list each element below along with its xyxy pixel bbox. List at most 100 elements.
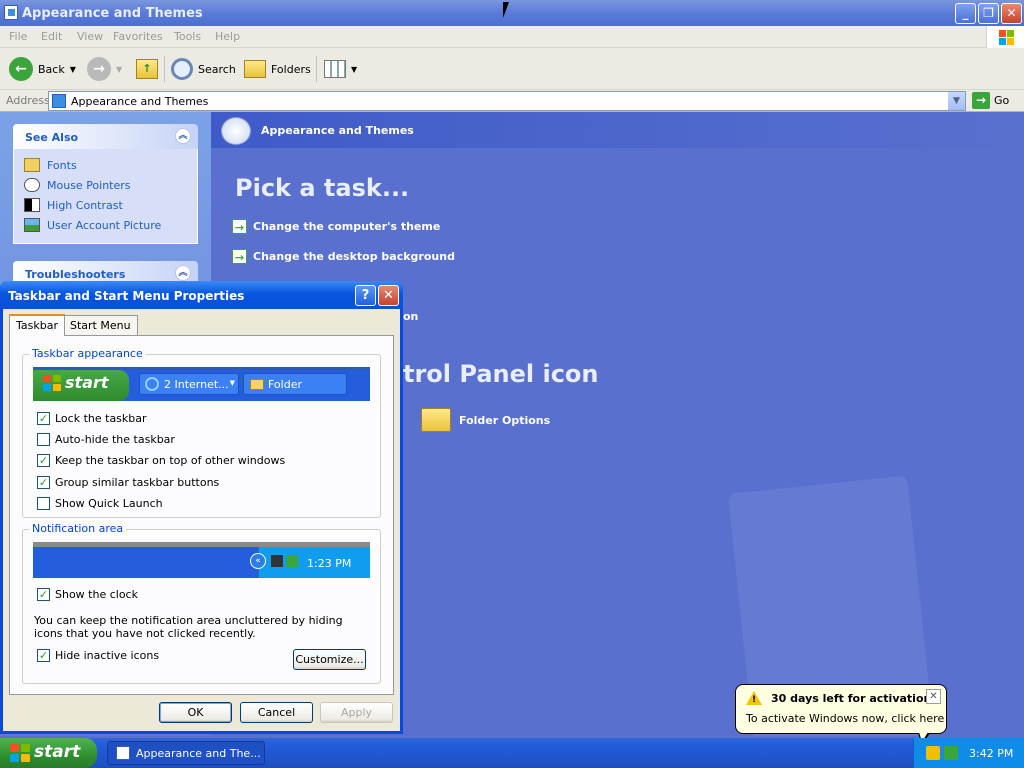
link-user-account-picture-label: User Account Picture (47, 218, 162, 232)
preview-internet-button: 2 Internet... ▼ (139, 373, 239, 395)
menu-tools[interactable]: Tools (174, 30, 201, 43)
window-titlebar[interactable]: Appearance and Themes _ ❐ ✕ (0, 0, 1024, 26)
activation-key-icon[interactable] (926, 746, 940, 760)
toolbar-separator (164, 56, 165, 82)
back-arrow-icon: ← (9, 57, 33, 81)
dropdown-arrow-icon: ▼ (229, 379, 235, 387)
start-button[interactable]: start (0, 738, 97, 768)
dialog-titlebar[interactable]: Taskbar and Start Menu Properties ? ✕ (0, 281, 403, 309)
address-input[interactable]: Appearance and Themes ▼ (48, 91, 966, 111)
checkbox-checked[interactable]: ✓ (37, 588, 50, 601)
picture-icon (24, 218, 40, 232)
dialog-title: Taskbar and Start Menu Properties (8, 289, 245, 303)
collapse-icon[interactable]: ︽ (175, 128, 191, 144)
link-mouse-pointers-label: Mouse Pointers (47, 178, 131, 192)
checkbox-checked[interactable]: ✓ (37, 454, 50, 467)
taskbar-clock[interactable]: 3:42 PM (969, 747, 1013, 760)
go-button[interactable]: → Go (972, 92, 1009, 109)
ok-button[interactable]: OK (159, 702, 232, 723)
show-clock-checkbox[interactable]: ✓ Show the clock (37, 588, 138, 601)
back-label: Back (38, 62, 65, 76)
show-hidden-icons-icon: « (250, 553, 266, 569)
taskbar: start Appearance and The... 3:42 PM (0, 738, 1024, 768)
group-buttons-checkbox[interactable]: ✓ Group similar taskbar buttons (37, 476, 219, 489)
taskbar-window-button[interactable]: Appearance and The... (107, 741, 265, 765)
link-user-account-picture[interactable]: User Account Picture (24, 215, 197, 235)
forward-dropdown-icon[interactable]: ▼ (116, 65, 122, 74)
folders-button[interactable]: Folders (244, 56, 311, 82)
tab-start-menu[interactable]: Start Menu (63, 315, 138, 335)
mouse-icon (24, 178, 40, 192)
windows-flag-icon (10, 744, 30, 762)
activation-balloon[interactable]: ! 30 days left for activation ✕ To activ… (735, 684, 947, 745)
menu-bar: File Edit View Favorites Tools Help (0, 26, 1024, 48)
lock-taskbar-checkbox[interactable]: ✓ Lock the taskbar (37, 412, 147, 425)
dialog-body: Taskbar Start Menu Taskbar appearance st… (3, 309, 400, 731)
dialog-close-button[interactable]: ✕ (378, 285, 399, 306)
checkbox-checked[interactable]: ✓ (37, 412, 50, 425)
back-dropdown-icon[interactable]: ▼ (70, 65, 76, 74)
link-fonts[interactable]: Fonts (24, 155, 197, 175)
up-folder-button[interactable]: ↑ (136, 56, 158, 82)
taskbar-preview: start 2 Internet... ▼ Folder (33, 367, 370, 401)
search-button[interactable]: Search (171, 56, 236, 82)
checkbox-checked[interactable]: ✓ (37, 476, 50, 489)
menu-edit[interactable]: Edit (41, 30, 62, 43)
keep-on-top-checkbox[interactable]: ✓ Keep the taskbar on top of other windo… (37, 454, 285, 467)
task-change-theme[interactable]: → Change the computer's theme (232, 219, 440, 234)
task-partial-text[interactable]: on (403, 310, 418, 323)
windows-logo-icon (986, 26, 1024, 48)
toolbar-separator (316, 56, 317, 82)
balloon-close-button[interactable]: ✕ (926, 689, 941, 704)
balloon-text[interactable]: To activate Windows now, click here (746, 712, 944, 725)
folder-window-icon (116, 746, 130, 760)
customize-button[interactable]: Customize... (293, 649, 366, 670)
address-bar: Address Appearance and Themes ▼ → Go (0, 90, 1024, 112)
menu-view[interactable]: View (77, 30, 103, 43)
quick-launch-checkbox[interactable]: Show Quick Launch (37, 497, 163, 510)
checkbox-unchecked[interactable] (37, 497, 50, 510)
maximize-button[interactable]: ❐ (978, 3, 999, 24)
menu-file[interactable]: File (9, 30, 27, 43)
see-also-header[interactable]: See Also ︽ (13, 124, 198, 149)
folder-options-label: Folder Options (459, 413, 551, 427)
mouse-cursor-icon (503, 2, 509, 18)
auto-hide-label: Auto-hide the taskbar (55, 433, 175, 446)
folder-options-item[interactable]: Folder Options (421, 408, 550, 432)
troubleshooters-title: Troubleshooters (25, 268, 126, 281)
collapse-icon[interactable]: ︽ (175, 265, 191, 281)
up-folder-icon: ↑ (136, 59, 158, 79)
link-high-contrast[interactable]: High Contrast (24, 195, 197, 215)
views-icon (324, 60, 346, 78)
go-label: Go (994, 94, 1010, 107)
search-label: Search (198, 62, 236, 76)
tray-app-icon[interactable] (944, 746, 958, 760)
preview-internet-label: 2 Internet... (164, 378, 229, 391)
link-mouse-pointers[interactable]: Mouse Pointers (24, 175, 197, 195)
apply-button[interactable]: Apply (320, 702, 393, 723)
pick-task-heading: Pick a task... (235, 174, 410, 202)
task-change-background[interactable]: → Change the desktop background (232, 249, 455, 264)
menu-favorites[interactable]: Favorites (113, 30, 163, 43)
forward-button[interactable]: → ▼ (87, 56, 122, 82)
menu-help[interactable]: Help (215, 30, 240, 43)
views-button[interactable]: ▼ (324, 56, 357, 82)
link-high-contrast-label: High Contrast (47, 198, 123, 212)
help-button[interactable]: ? (355, 285, 376, 306)
back-button[interactable]: ← Back ▼ (9, 56, 76, 82)
close-button[interactable]: ✕ (1001, 3, 1022, 24)
tab-taskbar[interactable]: Taskbar (9, 314, 65, 336)
checkbox-unchecked[interactable] (37, 433, 50, 446)
see-also-body: Fonts Mouse Pointers High Contrast User … (13, 149, 198, 244)
checkbox-checked[interactable]: ✓ (37, 649, 50, 662)
window-title: Appearance and Themes (22, 6, 203, 21)
hide-inactive-checkbox[interactable]: ✓ Hide inactive icons (37, 649, 159, 662)
notification-area-label: Notification area (29, 522, 127, 535)
address-dropdown-icon[interactable]: ▼ (948, 92, 965, 110)
ie-icon (145, 377, 159, 391)
views-dropdown-icon[interactable]: ▼ (351, 65, 357, 74)
minimize-button[interactable]: _ (955, 3, 976, 24)
cancel-button[interactable]: Cancel (240, 702, 313, 723)
toolbar: ← Back ▼ → ▼ ↑ Search Folders ▼ (0, 48, 1024, 90)
auto-hide-checkbox[interactable]: Auto-hide the taskbar (37, 433, 175, 446)
